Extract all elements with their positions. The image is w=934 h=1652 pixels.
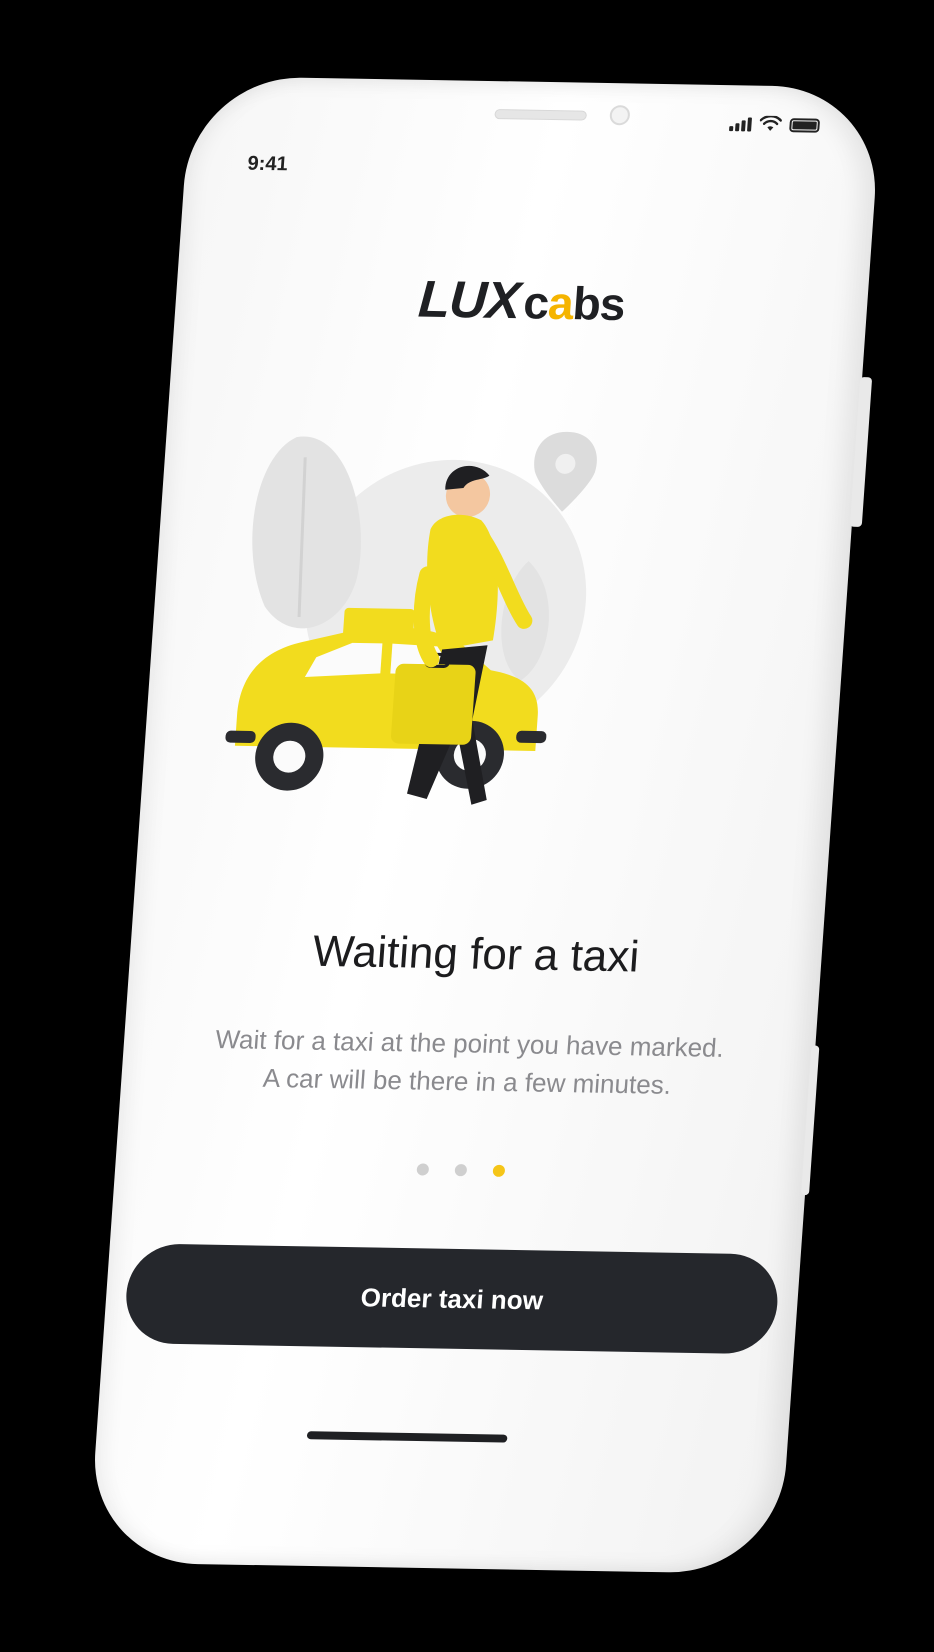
order-taxi-button[interactable]: Order taxi now — [122, 1243, 781, 1355]
page-dot-2[interactable] — [454, 1164, 468, 1177]
page-dot-1[interactable] — [416, 1163, 430, 1176]
battery-icon — [789, 118, 821, 133]
page-dot-3-active[interactable] — [492, 1164, 506, 1177]
status-time: 9:41 — [246, 152, 289, 176]
status-icons — [728, 115, 821, 133]
page-indicator — [115, 1158, 807, 1182]
logo-lux: LUX — [416, 270, 522, 331]
phone-frame: 9:41 LUXcabs Waiting for a taxi Wait for… — [87, 75, 883, 1575]
screen: 9:41 LUXcabs Waiting for a taxi Wait for… — [0, 0, 934, 1652]
onboarding-title: Waiting for a taxi — [311, 926, 641, 982]
earpiece-speaker — [494, 109, 588, 121]
cellular-signal-icon — [728, 115, 753, 132]
taxi-illustration — [225, 431, 597, 805]
onboarding-description: Wait for a taxi at the point you have ma… — [160, 1019, 776, 1105]
wifi-icon — [759, 115, 783, 131]
front-camera — [609, 105, 631, 126]
logo-cabs: cabs — [521, 276, 627, 331]
app-logo: LUXcabs — [174, 265, 869, 337]
power-button — [849, 377, 873, 527]
home-indicator[interactable] — [306, 1431, 508, 1443]
